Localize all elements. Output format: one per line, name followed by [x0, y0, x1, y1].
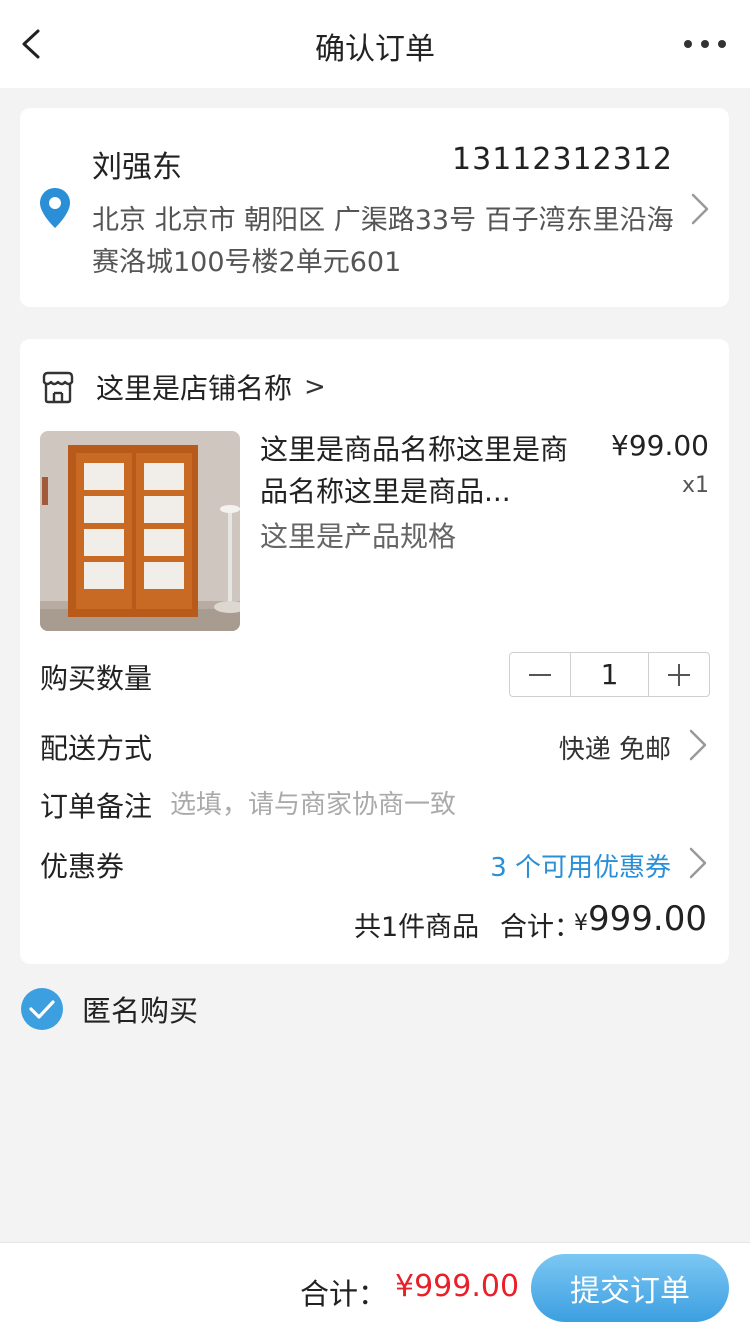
product-image[interactable]: [40, 431, 240, 631]
minus-icon: [529, 673, 551, 676]
chevron-right-icon: [689, 729, 707, 761]
checked-circle-icon: [21, 988, 63, 1030]
currency-symbol: ¥: [574, 911, 589, 936]
address-text: 北京 北京市 朝阳区 广渠路33号 百子湾东里沿海赛洛城100号楼2单元601: [92, 205, 674, 278]
anonymous-label: 匿名购买: [82, 994, 199, 1028]
top-nav-bar: 确认订单: [0, 0, 750, 88]
decrease-button[interactable]: [510, 653, 570, 696]
product-quantity: x1: [681, 473, 709, 498]
total-amount: ¥999.00: [395, 1269, 520, 1304]
total-label: 合计：: [300, 1277, 388, 1311]
quantity-value[interactable]: 1: [570, 653, 649, 696]
recipient-phone: 13112312312: [452, 142, 673, 177]
increase-button[interactable]: [649, 653, 709, 696]
shipping-address-card[interactable]: 刘强东 13112312312 北京 北京市 朝阳区 广渠路33号 百子湾东里沿…: [20, 108, 729, 307]
recipient-name: 刘强东: [92, 150, 182, 185]
coupon-value: 3 个可用优惠券: [490, 853, 671, 883]
plus-icon: [668, 663, 690, 686]
product-name[interactable]: 这里是商品名称这里是商品名称这里是商品...: [260, 429, 590, 513]
quantity-label: 购买数量: [40, 662, 153, 695]
subtotal-amount: ¥999.00: [574, 899, 707, 939]
chevron-left-icon: [22, 29, 40, 59]
subtotal-value: 999.00: [588, 899, 707, 939]
remark-label: 订单备注: [40, 790, 153, 823]
quantity-stepper: 1: [509, 652, 710, 697]
page-title: 确认订单: [315, 32, 435, 67]
remark-input[interactable]: [170, 785, 690, 825]
product-price: ¥99.00: [611, 429, 709, 462]
more-dots-icon: [684, 40, 726, 48]
chevron-right-icon: [689, 847, 707, 879]
subtotal-label: 合计：: [500, 912, 581, 943]
chevron-right-icon: [691, 193, 709, 225]
order-card: 这里是店铺名称 > 这里是商品名称这里是商品名称这里是商品... ¥99.00 …: [20, 339, 729, 964]
anonymous-purchase-toggle[interactable]: 匿名购买: [20, 986, 198, 1032]
store-arrow: >: [304, 372, 326, 402]
store-link[interactable]: 这里是店铺名称 >: [40, 367, 326, 407]
shipping-label: 配送方式: [40, 732, 153, 765]
door-product-picture: [40, 431, 240, 631]
more-options-button[interactable]: [680, 26, 730, 62]
submit-order-button[interactable]: 提交订单: [531, 1254, 729, 1322]
store-name: 这里是店铺名称: [96, 372, 293, 405]
location-pin-icon: [40, 188, 70, 228]
bottom-checkout-bar: 合计： ¥999.00 提交订单: [0, 1242, 750, 1334]
back-button[interactable]: [14, 22, 58, 66]
coupon-label: 优惠券: [40, 850, 125, 883]
shipping-value: 快递 免邮: [558, 735, 671, 765]
product-spec: 这里是产品规格: [260, 520, 457, 553]
item-count: 共1件商品: [354, 912, 480, 943]
store-icon: [42, 371, 74, 404]
